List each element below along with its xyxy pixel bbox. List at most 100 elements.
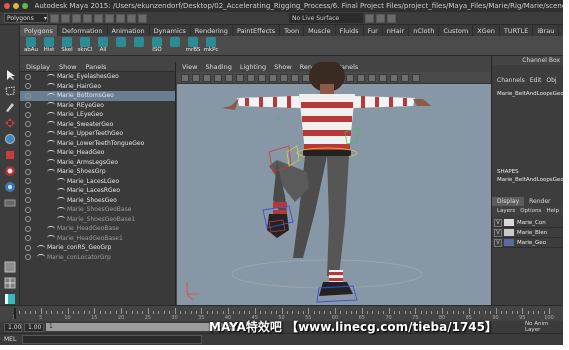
layer-tab[interactable]: Render	[524, 197, 555, 206]
shelf-tab[interactable]: Deformation	[58, 25, 108, 36]
shelf-tab[interactable]: Fluids	[336, 25, 364, 36]
live-surface-field[interactable]: No Live Surface	[289, 13, 363, 23]
shelf-button[interactable]: Hist	[42, 36, 56, 55]
shelf-tab[interactable]: Toon	[280, 25, 305, 36]
new-scene-icon[interactable]	[50, 13, 59, 23]
arm-fk-control[interactable]	[276, 115, 282, 121]
rotate-tool-icon[interactable]	[2, 133, 17, 146]
command-input[interactable]	[22, 335, 203, 344]
expand-toggle-icon[interactable]	[25, 102, 31, 109]
snap-curve-icon[interactable]	[127, 13, 136, 23]
expand-toggle-icon[interactable]	[25, 73, 31, 80]
shelf-tab[interactable]: nCloth	[409, 25, 440, 36]
layout-single-pane-icon[interactable]	[2, 260, 17, 273]
ipr-render-icon[interactable]	[376, 13, 385, 23]
expand-toggle-icon[interactable]	[25, 178, 31, 185]
outliner-row[interactable]: Marie_LEyeGeo	[20, 110, 175, 120]
start-time-field[interactable]: 1.00	[4, 322, 22, 332]
outliner-row[interactable]: Marie_ShoesGeo	[20, 196, 175, 206]
zoom-window-button[interactable]	[21, 3, 28, 9]
shelf-tab[interactable]: Fur	[364, 25, 383, 36]
shelf-tab[interactable]: nHair	[383, 25, 410, 36]
outliner-menu-item[interactable]: Display	[26, 63, 50, 71]
shelf-tab[interactable]: PaintEffects	[233, 25, 281, 36]
display-layer-row[interactable]: V Marie_Geo	[492, 238, 563, 248]
outliner-row[interactable]: Marie_BottomsGeo	[20, 91, 175, 101]
outliner-row[interactable]: Marie_LacesRGeo	[20, 186, 175, 196]
render-icon[interactable]	[365, 13, 374, 23]
expand-toggle-icon[interactable]	[25, 235, 31, 242]
expand-toggle-icon[interactable]	[25, 111, 31, 118]
outliner-row[interactable]: Marie_ArmsLegsGeo	[20, 158, 175, 168]
snap-point-icon[interactable]	[138, 13, 147, 23]
outliner-row[interactable]: Marie_conLocatorGrp	[20, 253, 175, 263]
outliner-row[interactable]: Marie_LacesLGeo	[20, 177, 175, 187]
expand-toggle-icon[interactable]	[25, 149, 31, 156]
expand-toggle-icon[interactable]	[25, 159, 31, 166]
shape-node-name[interactable]: Marie_BeltAndLoopsGeoSh	[492, 177, 563, 183]
expand-toggle-icon[interactable]	[25, 92, 31, 99]
layer-color-swatch[interactable]	[504, 229, 514, 236]
expand-toggle-icon[interactable]	[25, 121, 31, 128]
expand-toggle-icon[interactable]	[25, 206, 31, 213]
layer-color-swatch[interactable]	[504, 239, 514, 246]
outliner-row[interactable]: Marie_conRS_GeoGrp	[20, 243, 175, 253]
layer-tab[interactable]: Display	[492, 197, 525, 206]
current-time-indicator[interactable]	[14, 308, 16, 319]
channel-box-menu-item[interactable]: Channels	[497, 77, 525, 84]
layer-menu-item[interactable]: Options	[520, 208, 541, 214]
snap-grid-icon[interactable]	[116, 13, 125, 23]
save-scene-icon[interactable]	[72, 13, 81, 23]
expand-toggle-icon[interactable]	[25, 216, 31, 223]
expand-toggle-icon[interactable]	[25, 187, 31, 194]
lasso-tool-icon[interactable]	[2, 85, 17, 98]
outliner-row[interactable]: Marie_LowerTeethTongueGeo	[20, 139, 175, 149]
expand-toggle-icon[interactable]	[25, 254, 31, 261]
expand-toggle-icon[interactable]	[25, 197, 31, 204]
minimize-window-button[interactable]	[12, 3, 19, 9]
shelf-button[interactable]: abAu	[24, 36, 38, 55]
render-settings-icon[interactable]	[387, 13, 396, 23]
layer-menu-item[interactable]: Layers	[497, 208, 515, 214]
move-tool-icon[interactable]	[2, 117, 17, 130]
pole-vector-control[interactable]	[286, 145, 300, 167]
expand-toggle-icon[interactable]	[25, 168, 31, 175]
shelf-button[interactable]: All	[96, 36, 110, 55]
paint-select-tool-icon[interactable]	[2, 101, 17, 114]
shelf-button[interactable]: sknCl	[78, 36, 92, 55]
layer-color-swatch[interactable]	[504, 219, 514, 226]
channel-box-menu-item[interactable]: Obj	[546, 77, 556, 84]
outliner-row[interactable]: Marie_HeadGeo	[20, 148, 175, 158]
channel-box-object-name[interactable]: Marie_BeltAndLoopsGeo	[492, 91, 563, 97]
display-layer-row[interactable]: V Marie_Con	[492, 218, 563, 228]
shelf-tab[interactable]: Polygons	[20, 25, 58, 36]
shelf-tab[interactable]: Rendering	[191, 25, 233, 36]
expand-toggle-icon[interactable]	[25, 83, 31, 90]
expand-toggle-icon[interactable]	[25, 130, 31, 137]
shelf-button[interactable]: mrBS	[186, 36, 200, 55]
outliner-row[interactable]: Marie_SweaterGeo	[20, 120, 175, 130]
outliner-menu-item[interactable]: Panels	[86, 63, 107, 71]
outliner-row[interactable]: Marie_HairGeo	[20, 82, 175, 92]
outliner-row[interactable]: Marie_HeadGeoBase	[20, 224, 175, 234]
layer-menu-item[interactable]: Help	[546, 208, 559, 214]
layer-visibility-toggle[interactable]: V	[494, 218, 502, 227]
select-object-icon[interactable]	[94, 13, 103, 23]
playback-range-bar[interactable]: 1 343	[46, 323, 236, 331]
shelf-button[interactable]	[114, 36, 128, 55]
expand-toggle-icon[interactable]	[25, 244, 31, 251]
shelf-button[interactable]	[168, 36, 182, 55]
shelf-button[interactable]	[132, 36, 146, 55]
outliner-row[interactable]: Marie_ShoesGrp	[20, 167, 175, 177]
layout-outliner-icon[interactable]	[2, 292, 17, 305]
display-layer-row[interactable]: V Marie_Blen	[492, 228, 563, 238]
show-manipulator-icon[interactable]	[2, 180, 17, 193]
open-scene-icon[interactable]	[61, 13, 70, 23]
shelf-button[interactable]: mkPc	[204, 36, 218, 55]
layer-visibility-toggle[interactable]: V	[494, 238, 502, 247]
outliner-menu-item[interactable]: Show	[59, 63, 77, 71]
last-tool-icon[interactable]	[2, 196, 17, 209]
playback-start-field[interactable]: 1.00	[24, 322, 44, 332]
outliner-row[interactable]: Marie_REyeGeo	[20, 101, 175, 111]
outliner-row[interactable]: Marie_HeadGeoBase1	[20, 234, 175, 244]
